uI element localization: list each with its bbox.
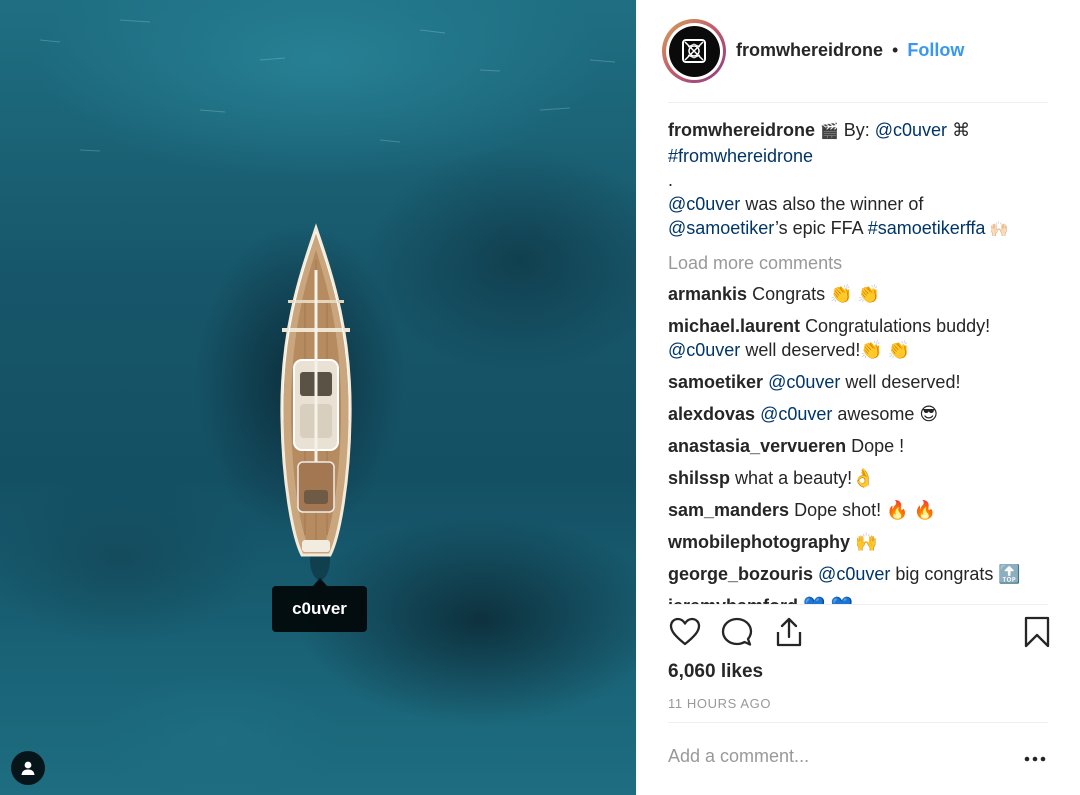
caption-text-winner: was also the winner of <box>740 194 924 214</box>
avatar-story-ring[interactable] <box>662 19 726 83</box>
caption-emoji-raised-hands: 🙌🏻 <box>985 221 1009 238</box>
avatar <box>668 25 720 77</box>
more-options-icon[interactable] <box>1020 748 1050 770</box>
heart-icon[interactable] <box>668 615 702 649</box>
user-tag-label: c0uver <box>292 599 347 618</box>
comment-text: Dope shot! 🔥 🔥 <box>794 500 936 520</box>
person-icon <box>21 761 35 775</box>
comment-mention[interactable]: @c0uver <box>818 564 890 584</box>
comment-row: shilssp what a beauty!👌 <box>668 466 1048 490</box>
comment-text: 🙌 <box>855 532 878 552</box>
comment-text: Dope ! <box>851 436 905 456</box>
comment-row: george_bozouris @c0uver big congrats 🔝 <box>668 562 1048 586</box>
comment-row: sam_manders Dope shot! 🔥 🔥 <box>668 498 1048 522</box>
post-timestamp[interactable]: 11 HOURS AGO <box>668 696 771 711</box>
comment-username[interactable]: michael.laurent <box>668 316 800 336</box>
header-username[interactable]: fromwhereidrone <box>736 40 883 60</box>
comment-username[interactable]: george_bozouris <box>668 564 813 584</box>
header-line: fromwhereidrone • Follow <box>736 40 964 61</box>
likes-count[interactable]: 6,060 likes <box>668 661 763 683</box>
post-caption: fromwhereidrone 🎬 By: @c0uver ⌘ #fromwhe… <box>668 118 1048 242</box>
bookmark-icon[interactable] <box>1020 615 1054 649</box>
comment-username[interactable]: shilssp <box>668 468 730 488</box>
comment-username[interactable]: wmobilephotography <box>668 532 850 552</box>
comment-bubble-icon[interactable] <box>720 615 754 649</box>
comment-text-after: well deserved! <box>840 372 961 392</box>
caption-text-ffa: ’s epic FFA <box>774 218 868 238</box>
load-more-comments-button[interactable]: Load more comments <box>668 251 1048 275</box>
caption-mention-c0uver[interactable]: @c0uver <box>875 120 947 140</box>
footer-divider <box>668 722 1048 723</box>
caption-dot-line: . <box>668 170 674 190</box>
caption-hashtag-samoetikerffa[interactable]: #samoetikerffa <box>868 218 986 238</box>
comment-username[interactable]: alexdovas <box>668 404 755 424</box>
comment-row: jeremybamford 💙 💙 <box>668 594 1048 604</box>
comment-row: wmobilephotography 🙌 <box>668 530 1048 554</box>
header-divider <box>668 102 1048 103</box>
comment-text: Congratulations buddy! <box>805 316 991 336</box>
user-tag-tooltip[interactable]: c0uver <box>272 578 367 632</box>
action-bar <box>668 615 1050 653</box>
comment-username[interactable]: anastasia_vervueren <box>668 436 846 456</box>
comment-row: samoetiker @c0uver well deserved! <box>668 370 1048 394</box>
comment-mention[interactable]: @c0uver <box>768 372 840 392</box>
post-photo[interactable]: c0uver <box>0 0 636 795</box>
comment-text-after: awesome 😎 <box>832 404 939 424</box>
comment-text: 💙 💙 <box>803 596 853 604</box>
comment-username[interactable]: sam_manders <box>668 500 789 520</box>
drone-logo-icon <box>682 39 706 63</box>
comment-username[interactable]: jeremybamford <box>668 596 798 604</box>
caption-emoji-clapper: 🎬 <box>820 123 839 140</box>
post-side-panel: fromwhereidrone • Follow fromwhereidrone… <box>636 0 1080 795</box>
comment-text: Congrats 👏 👏 <box>752 284 880 304</box>
comment-text-after: big congrats 🔝 <box>890 564 1021 584</box>
comment-username[interactable]: samoetiker <box>668 372 763 392</box>
comment-row: alexdovas @c0uver awesome 😎 <box>668 402 1048 426</box>
comments-divider <box>668 604 1048 605</box>
add-comment-input[interactable]: Add a comment... <box>668 746 809 767</box>
header-separator: • <box>892 40 899 60</box>
comment-row: michael.laurent Congratulations buddy! @… <box>668 314 1048 362</box>
comment-username[interactable]: armankis <box>668 284 747 304</box>
caption-mention-c0uver-2[interactable]: @c0uver <box>668 194 740 214</box>
caption-mention-samoetiker[interactable]: @samoetiker <box>668 218 775 238</box>
comment-mention[interactable]: @c0uver <box>760 404 832 424</box>
comment-row: anastasia_vervueren Dope ! <box>668 434 1048 458</box>
comment-text: what a beauty!👌 <box>735 468 875 488</box>
comment-row: armankis Congrats 👏 👏 <box>668 282 1048 306</box>
caption-text-by: By: <box>838 120 875 140</box>
comment-mention[interactable]: @c0uver <box>668 340 740 360</box>
user-tag-icon[interactable] <box>11 751 45 785</box>
sailboat-image <box>39 19 616 580</box>
caption-hashtag-fromwhereidrone[interactable]: #fromwhereidrone <box>668 146 813 166</box>
follow-button[interactable]: Follow <box>907 40 964 60</box>
caption-symbol: ⌘ <box>947 120 971 140</box>
comments-list[interactable]: fromwhereidrone 🎬 By: @c0uver ⌘ #fromwhe… <box>668 116 1048 604</box>
share-icon[interactable] <box>772 615 806 649</box>
caption-username[interactable]: fromwhereidrone <box>668 120 815 140</box>
comment-text-after: well deserved!👏 👏 <box>740 340 911 360</box>
post-header: fromwhereidrone • Follow <box>636 0 1080 102</box>
